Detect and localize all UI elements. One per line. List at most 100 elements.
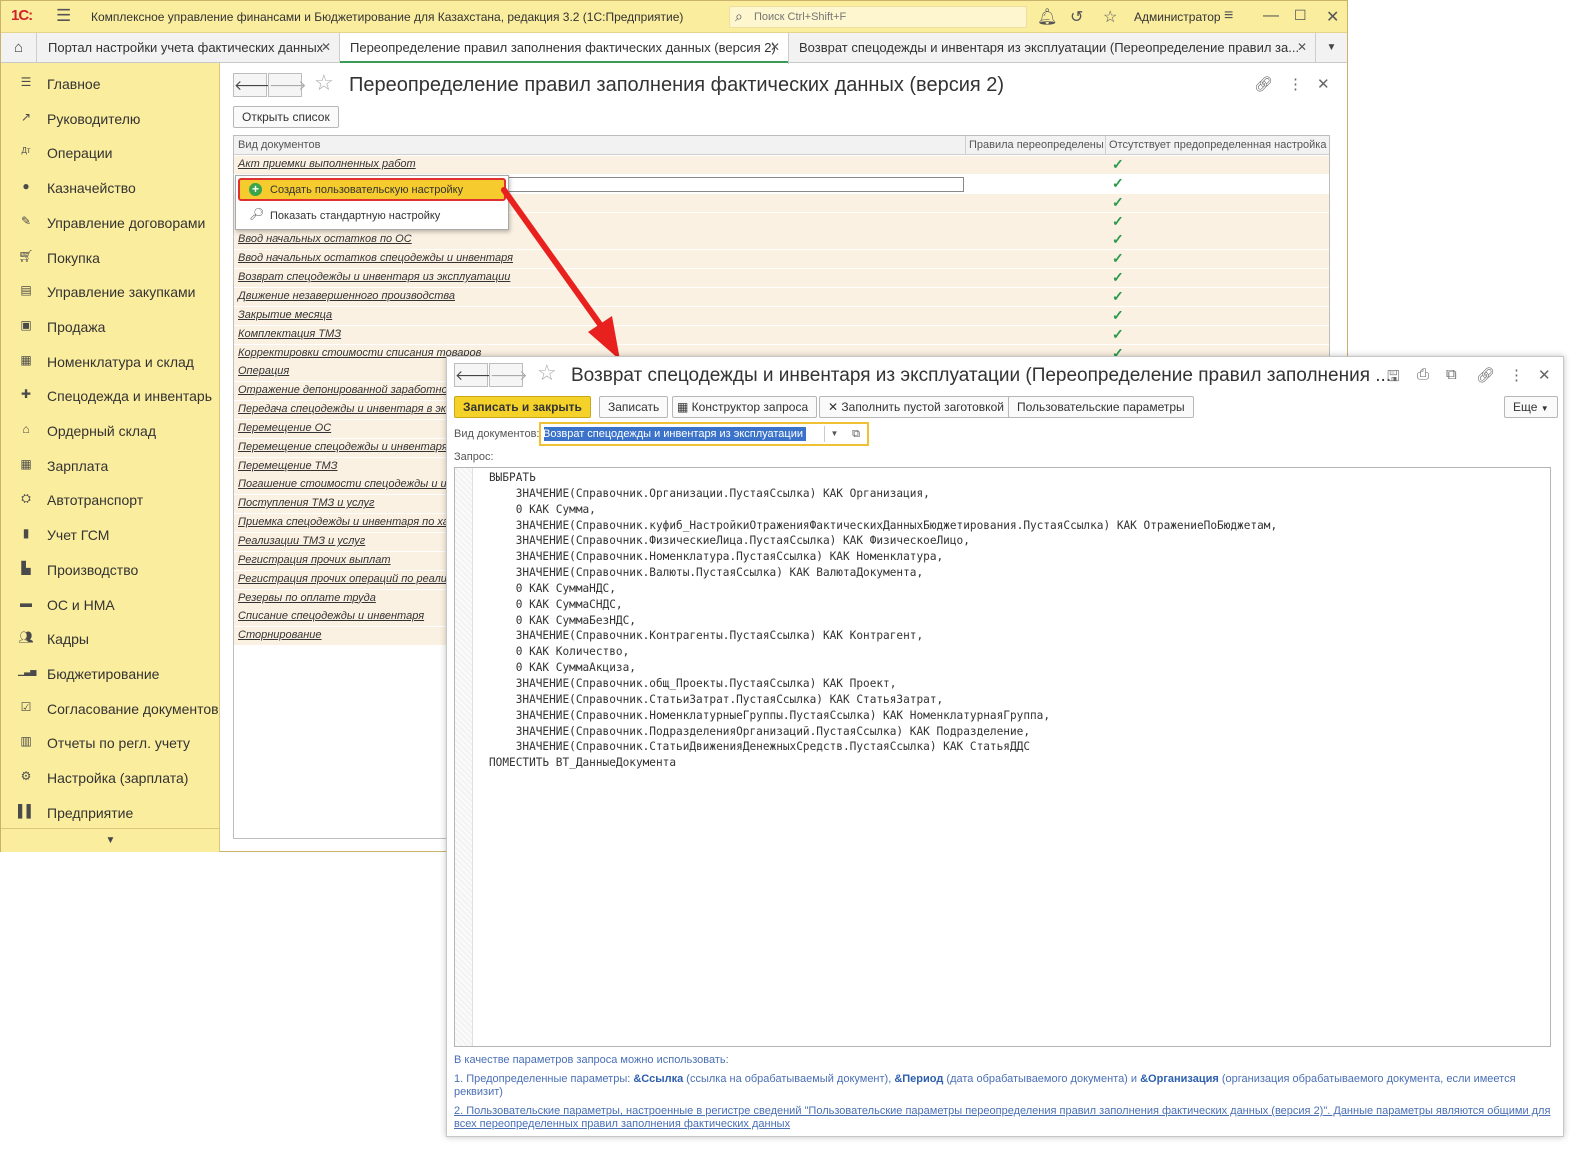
open-form-icon[interactable]: ⧉ bbox=[847, 426, 865, 442]
tabs-dropdown-icon[interactable]: ▼ bbox=[1315, 33, 1347, 62]
user-params-button[interactable]: Пользовательские параметры bbox=[1008, 396, 1194, 418]
table-row[interactable]: Возврат спецодежды и инвентаря из эксплу… bbox=[234, 269, 1329, 289]
minimize-icon[interactable]: — bbox=[1263, 7, 1279, 25]
sidebar-item-15[interactable]: ▙ Производство bbox=[1, 551, 220, 585]
column-header[interactable]: Правила переопределены bbox=[969, 139, 1104, 151]
maximize-icon[interactable]: ☐ bbox=[1294, 7, 1307, 24]
footer-user-params-link[interactable]: 2. Пользовательские параметры, настроенн… bbox=[454, 1105, 1550, 1117]
document-type-link[interactable]: Сторнирование bbox=[238, 629, 322, 641]
sidebar-item-3[interactable]: Дт Операции bbox=[1, 134, 220, 168]
hamburger-menu-icon[interactable]: ☰ bbox=[56, 6, 71, 26]
document-type-link[interactable]: Корректировки стоимости списания товаров bbox=[238, 347, 481, 359]
more-button[interactable]: Еще ▼ bbox=[1504, 396, 1558, 418]
document-type-link[interactable]: Реализации ТМЗ и услуг bbox=[238, 535, 365, 547]
link-icon[interactable]: 🔗︎ bbox=[1476, 366, 1495, 384]
sidebar-item-13[interactable]: ⛭ Автотранспорт bbox=[1, 481, 220, 515]
sidebar-item-11[interactable]: ⌂ Ордерный склад bbox=[1, 412, 220, 446]
document-type-link[interactable]: Перемещение ОС bbox=[238, 422, 331, 434]
document-type-link[interactable]: Списание спецодежды и инвентаря bbox=[238, 610, 424, 622]
tab-return-workwear[interactable]: Возврат спецодежды и инвентаря из эксплу… bbox=[789, 33, 1316, 63]
sidebar-item-6[interactable]: 🛒︎ Покупка bbox=[1, 239, 220, 273]
close-tab-icon[interactable]: ✕ bbox=[1297, 33, 1307, 62]
global-search[interactable]: ⌕ bbox=[729, 6, 1027, 28]
more-vert-icon[interactable]: ⋮ bbox=[1509, 366, 1524, 384]
chevron-down-icon[interactable]: ▼ bbox=[824, 426, 844, 442]
favorite-star-icon[interactable]: ☆ bbox=[314, 70, 334, 96]
sidebar-item-10[interactable]: ✚ Спецодежда и инвентарь bbox=[1, 377, 220, 411]
document-type-link[interactable]: Комплектация ТМЗ bbox=[238, 328, 341, 340]
history-icon[interactable]: ↺ bbox=[1070, 7, 1083, 27]
close-window-icon[interactable]: ✕ bbox=[1326, 7, 1339, 27]
sidebar-item-5[interactable]: ✎ Управление договорами bbox=[1, 204, 220, 238]
column-header[interactable]: Вид документов bbox=[238, 139, 320, 151]
open-list-button[interactable]: Открыть список bbox=[233, 106, 339, 128]
doc-type-input[interactable] bbox=[543, 426, 823, 442]
document-type-link[interactable]: Закрытие месяца bbox=[238, 309, 332, 321]
document-type-link[interactable]: Акт приемки выполненных работ bbox=[238, 158, 416, 170]
document-type-link[interactable]: Передача спецодежды и инвентаря в экс bbox=[238, 403, 451, 415]
document-type-link[interactable]: Перемещение спецодежды и инвентаря bbox=[238, 441, 448, 453]
document-type-link[interactable]: Отражение депонированной заработной п bbox=[238, 384, 463, 396]
user-name[interactable]: Администратор bbox=[1134, 10, 1221, 24]
document-type-link[interactable]: Перемещение ТМЗ bbox=[238, 460, 337, 472]
save-and-close-button[interactable]: Записать и закрыть bbox=[454, 396, 591, 418]
close-tab-icon[interactable]: ✕ bbox=[321, 33, 331, 62]
table-row[interactable]: Комплектация ТМЗ ✓ bbox=[234, 325, 1329, 345]
forward-button[interactable]: 🡒 bbox=[489, 363, 528, 387]
document-type-link[interactable]: Операция bbox=[238, 365, 289, 377]
document-type-link[interactable]: Резервы по оплате труда bbox=[238, 592, 376, 604]
table-row[interactable]: Ввод начальных остатков по ОС ✓ bbox=[234, 231, 1329, 251]
favorite-star-icon[interactable]: ☆ bbox=[537, 360, 557, 386]
document-type-link[interactable]: Регистрация прочих операций по реализа bbox=[238, 573, 458, 585]
table-row[interactable]: Акт приемки выполненных работ ✓ bbox=[234, 156, 1329, 175]
preview-icon[interactable]: ⧉ bbox=[1446, 366, 1457, 383]
query-text[interactable]: ВЫБРАТЬ ЗНАЧЕНИЕ(Справочник.Организации.… bbox=[489, 470, 1277, 771]
sidebar-item-9[interactable]: ▦ Номенклатура и склад bbox=[1, 343, 220, 377]
document-type-link[interactable]: Возврат спецодежды и инвентаря из эксплу… bbox=[238, 271, 510, 283]
column-header[interactable]: Отсутствует предопределенная настройка bbox=[1109, 139, 1326, 151]
close-form-icon[interactable]: ✕ bbox=[1538, 366, 1551, 384]
scroll-down-icon[interactable]: ▼ bbox=[1, 828, 220, 852]
document-type-link[interactable]: Поступления ТМЗ и услуг bbox=[238, 497, 374, 509]
print-icon[interactable]: ⎙ bbox=[1417, 366, 1429, 383]
bell-icon[interactable]: 🔔︎ bbox=[1037, 7, 1057, 27]
close-form-icon[interactable]: ✕ bbox=[1317, 75, 1330, 93]
home-icon[interactable]: ⌂ bbox=[1, 33, 37, 62]
favorites-star-icon[interactable]: ☆ bbox=[1103, 7, 1117, 27]
table-row[interactable]: Закрытие месяца ✓ bbox=[234, 306, 1329, 326]
document-type-link[interactable]: Регистрация прочих выплат bbox=[238, 554, 391, 566]
sidebar-item-20[interactable]: ▥ Отчеты по регл. учету bbox=[1, 724, 220, 758]
sidebar-item-7[interactable]: ▤ Управление закупками bbox=[1, 273, 220, 307]
close-tab-icon[interactable]: ✕ bbox=[770, 33, 780, 62]
sidebar-item-4[interactable]: ● Казначейство bbox=[1, 169, 220, 203]
document-type-link[interactable]: Ввод начальных остатков спецодежды и инв… bbox=[238, 252, 513, 264]
sidebar-item-16[interactable]: ▬ ОС и НМА bbox=[1, 586, 220, 620]
forward-button[interactable]: 🡒 bbox=[268, 73, 307, 97]
save-button[interactable]: Записать bbox=[599, 396, 669, 418]
link-icon[interactable]: 🔗︎ bbox=[1254, 75, 1273, 93]
document-type-link[interactable]: Ввод начальных остатков по ОС bbox=[238, 233, 412, 245]
sidebar-item-8[interactable]: ▣ Продажа bbox=[1, 308, 220, 342]
save-disk-icon[interactable]: 🖫 bbox=[1387, 366, 1400, 391]
sidebar-item-19[interactable]: ☑ Согласование документов bbox=[1, 690, 220, 724]
show-standard-setting-option[interactable]: 🔎︎ Показать стандартную настройку bbox=[238, 205, 506, 227]
query-constructor-button[interactable]: ▦ Конструктор запроса bbox=[672, 396, 818, 418]
document-type-link[interactable]: Приемка спецодежды и инвентаря по хар bbox=[238, 516, 455, 528]
sidebar-item-22[interactable]: ▌▌ Предприятие bbox=[1, 794, 220, 828]
sidebar-item-14[interactable]: ▮ Учет ГСМ bbox=[1, 516, 220, 550]
sidebar-item-17[interactable]: 👥︎ Кадры bbox=[1, 620, 220, 654]
settings-lines-icon[interactable]: ≡ bbox=[1224, 7, 1233, 25]
sidebar-item-1[interactable]: ☰ Главное bbox=[1, 65, 220, 99]
query-text-editor[interactable]: ВЫБРАТЬ ЗНАЧЕНИЕ(Справочник.Организации.… bbox=[454, 467, 1551, 1047]
create-user-setting-option[interactable]: + Создать пользовательскую настройку bbox=[238, 178, 506, 201]
search-input[interactable] bbox=[752, 9, 1022, 25]
table-row[interactable]: Ввод начальных остатков спецодежды и инв… bbox=[234, 250, 1329, 270]
sidebar-item-21[interactable]: ⚙ Настройка (зарплата) bbox=[1, 759, 220, 793]
fill-template-button[interactable]: ✕ Заполнить пустой заготовкой bbox=[819, 396, 1013, 418]
doc-type-field[interactable]: ▼ ⧉ bbox=[539, 422, 869, 446]
sidebar-item-2[interactable]: ↗ Руководителю bbox=[1, 100, 220, 134]
tab-portal[interactable]: Портал настройки учета фактических данны… bbox=[38, 33, 340, 63]
document-type-link[interactable]: Погашение стоимости спецодежды и инв bbox=[238, 478, 458, 490]
table-row[interactable]: Движение незавершенного производства ✓ bbox=[234, 287, 1329, 307]
more-vert-icon[interactable]: ⋮ bbox=[1288, 75, 1303, 93]
